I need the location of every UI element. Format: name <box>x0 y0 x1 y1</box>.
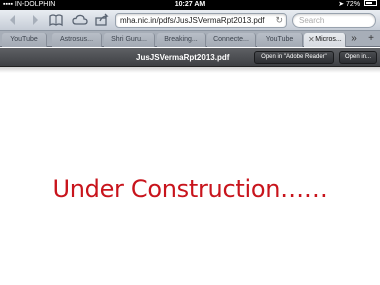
battery-icon <box>364 0 377 7</box>
pdf-filename: JusJSVermaRpt2013.pdf <box>136 53 230 62</box>
tab-active-microsoft[interactable]: ✕ Micros... <box>304 33 346 47</box>
location-icon: ➤ <box>338 1 345 8</box>
icloud-tabs-icon[interactable] <box>72 13 88 27</box>
url-field[interactable]: mha.nic.in/pdfs/JusJSVermaRpt2013.pdf ↻ <box>115 13 287 28</box>
share-icon[interactable] <box>94 13 110 27</box>
status-bar: ▪▪▪▪ IN-DOLPHIN 10:27 AM ➤ 72% <box>0 0 380 10</box>
back-icon[interactable] <box>6 13 20 27</box>
forward-icon[interactable] <box>28 13 42 27</box>
tab-astrosus[interactable]: Astrosus... <box>52 33 102 47</box>
document-text: Under Construction…… <box>52 175 328 203</box>
close-tab-icon[interactable]: ✕ <box>308 33 315 46</box>
tab-label: YouTube <box>265 36 294 43</box>
new-tab-icon[interactable]: + <box>364 32 378 46</box>
tab-label: Breaking... <box>164 36 198 43</box>
tab-label: YouTube <box>10 36 38 43</box>
browser-toolbar: mha.nic.in/pdfs/JusJSVermaRpt2013.pdf ↻ … <box>0 10 380 31</box>
search-input[interactable]: Search <box>292 13 376 28</box>
reload-icon[interactable]: ↻ <box>275 14 283 27</box>
tab-connected[interactable]: Connecte... <box>207 33 256 47</box>
bookmarks-icon[interactable] <box>48 13 64 27</box>
tab-shri-guru[interactable]: Shri Guru... <box>104 33 155 47</box>
battery-percent: 72% <box>346 1 361 8</box>
tab-label: Shri Guru... <box>111 36 147 43</box>
status-right: ➤ 72% <box>338 0 377 10</box>
page-shadow <box>0 67 380 73</box>
pdf-page[interactable]: Under Construction…… <box>0 67 380 285</box>
tab-bar: YouTube Astrosus... Shri Guru... Breakin… <box>0 31 380 47</box>
pdf-header-bar: JusJSVermaRpt2013.pdf Open in "Adobe Rea… <box>0 48 380 67</box>
tab-label: Micros... <box>315 36 342 43</box>
tab-label: Connecte... <box>213 36 249 43</box>
open-in-adobe-button[interactable]: Open in "Adobe Reader" <box>254 51 334 64</box>
url-text: mha.nic.in/pdfs/JusJSVermaRpt2013.pdf <box>120 16 265 25</box>
more-tabs-icon[interactable]: » <box>348 32 360 46</box>
clock: 10:27 AM <box>174 1 206 8</box>
tab-breaking[interactable]: Breaking... <box>157 33 206 47</box>
open-in-button[interactable]: Open in... <box>339 51 377 64</box>
battery-fill <box>366 2 372 5</box>
tab-youtube-2[interactable]: YouTube <box>257 33 303 47</box>
tab-youtube[interactable]: YouTube <box>2 33 47 47</box>
tab-label: Astrosus... <box>59 36 94 43</box>
